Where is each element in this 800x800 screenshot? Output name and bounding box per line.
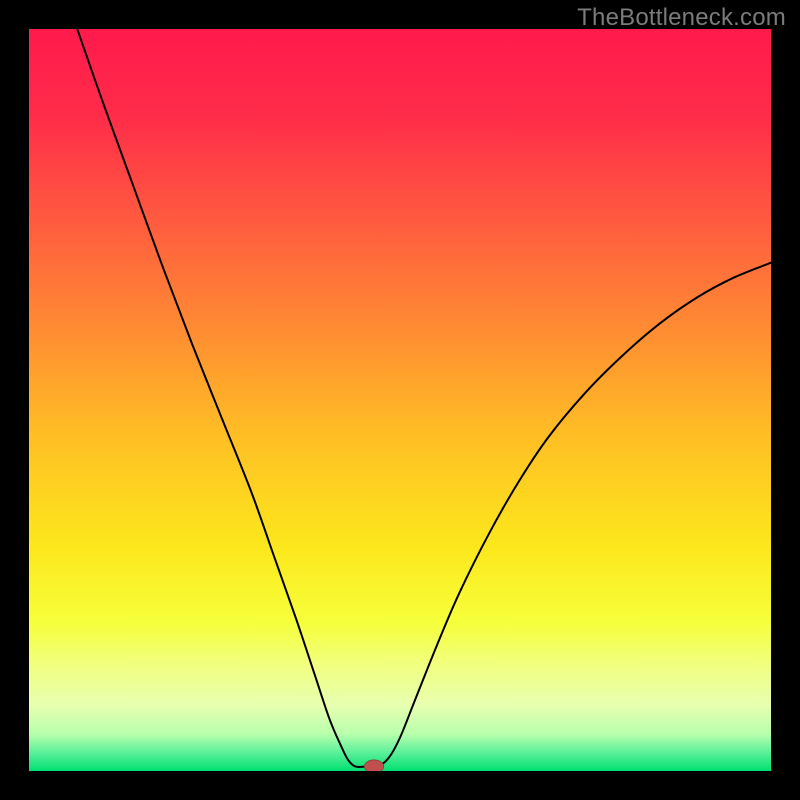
plot-area <box>29 29 771 771</box>
chart-frame: TheBottleneck.com <box>0 0 800 800</box>
watermark-text: TheBottleneck.com <box>577 4 786 32</box>
gradient-background <box>29 29 771 771</box>
minimum-marker <box>364 760 383 771</box>
chart-svg <box>29 29 771 771</box>
